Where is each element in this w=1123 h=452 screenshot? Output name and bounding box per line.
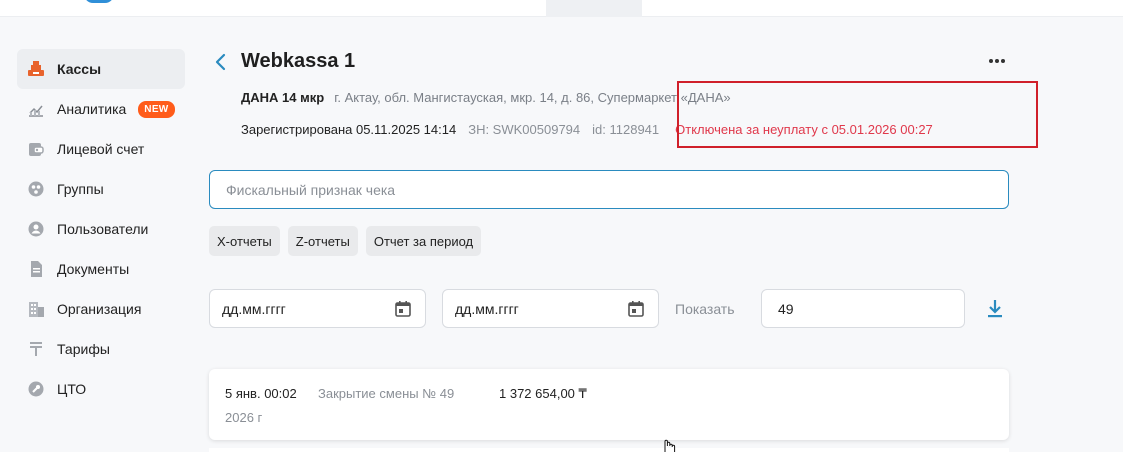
serial-number: ЗН: SWK00509794 (468, 122, 581, 137)
hand-cursor-icon (664, 439, 676, 452)
registration-date: Зарегистрирована 05.11.2025 14:14 (241, 122, 457, 137)
store-address: г. Актау, обл. Мангистауская, мкр. 14, д… (334, 90, 731, 105)
sidebar-item-label: Лицевой счет (57, 141, 145, 157)
logo[interactable] (84, 0, 114, 3)
top-tab-active[interactable] (546, 0, 642, 17)
x-reports-button[interactable]: Х-отчеты (209, 226, 280, 256)
sidebar-item-label: Тарифы (57, 341, 110, 357)
fiscal-sign-search-input[interactable] (209, 170, 1009, 209)
sidebar-item-label: Кассы (57, 61, 102, 77)
download-icon (988, 300, 1002, 318)
status-text: Отключена за неуплату с 05.01.2026 00:27 (675, 122, 933, 137)
calendar-icon[interactable] (393, 299, 413, 319)
shift-year: 2026 г (225, 410, 263, 425)
sidebar-item-label: Пользователи (57, 221, 149, 237)
store-name: ДАНА 14 мкр (241, 90, 325, 105)
sidebar-item-analytics[interactable]: Аналитика NEW (17, 89, 185, 129)
date-to-value: дд.мм.гггг (455, 300, 519, 317)
date-to-field[interactable]: дд.мм.гггг (442, 289, 659, 328)
groups-icon (27, 180, 45, 198)
user-icon (27, 220, 45, 238)
chevron-left-icon (215, 53, 226, 71)
date-from-value: дд.мм.гггг (222, 300, 286, 317)
sidebar-item-groups[interactable]: Группы (17, 169, 185, 209)
tenge-icon (27, 340, 45, 358)
top-bar (0, 0, 1123, 17)
show-label: Показать (675, 301, 735, 317)
shift-amount: 1 372 654,00 ₸ (499, 386, 587, 401)
sidebar-item-label: Группы (57, 181, 104, 197)
show-count-value: 49 (778, 300, 794, 317)
highlight-box (677, 81, 1038, 148)
sidebar-item-tariffs[interactable]: Тарифы (17, 329, 185, 369)
sidebar-item-organization[interactable]: Организация (17, 289, 185, 329)
document-icon (27, 260, 45, 278)
back-button[interactable] (211, 52, 231, 72)
period-report-button[interactable]: Отчет за период (365, 226, 482, 256)
date-from-field[interactable]: дд.мм.гггг (209, 289, 426, 328)
z-reports-button[interactable]: Z-отчеты (287, 226, 358, 256)
shift-description: Закрытие смены № 49 (318, 386, 455, 401)
new-badge: NEW (138, 100, 175, 118)
sidebar: Кассы Аналитика NEW Лицевой счет Группы … (17, 49, 185, 409)
cash-register-icon (27, 60, 45, 78)
register-location: ДАНА 14 мкр г. Актау, обл. Мангистауская,… (241, 90, 731, 105)
chart-icon (27, 100, 45, 118)
sidebar-item-documents[interactable]: Документы (17, 249, 185, 289)
sidebar-item-label: Организация (57, 301, 142, 317)
building-icon (27, 300, 45, 318)
sidebar-item-label: ЦТО (57, 381, 87, 397)
download-button[interactable] (985, 297, 1005, 319)
more-horizontal-icon (989, 59, 1005, 63)
sidebar-item-account[interactable]: Лицевой счет (17, 129, 185, 169)
register-id: id: 1128941 (592, 122, 660, 137)
page-title: Webkassa 1 (241, 50, 356, 72)
list-item-partial[interactable] (209, 448, 1009, 452)
wallet-icon (27, 140, 45, 158)
register-details: Зарегистрирована 05.11.2025 14:14 ЗН: SWK… (241, 122, 933, 137)
report-buttons: Х-отчеты Z-отчеты Отчет за период (209, 226, 482, 256)
wrench-icon (27, 380, 45, 398)
shift-date: 5 янв. 00:02 (225, 386, 297, 401)
sidebar-item-label: Аналитика (57, 101, 127, 117)
sidebar-item-label: Документы (57, 261, 130, 277)
sidebar-item-cash-registers[interactable]: Кассы (17, 49, 185, 89)
show-count-input[interactable]: 49 (761, 289, 965, 328)
sidebar-item-service-center[interactable]: ЦТО (17, 369, 185, 409)
sidebar-item-users[interactable]: Пользователи (17, 209, 185, 249)
more-button[interactable] (985, 50, 1009, 72)
calendar-icon[interactable] (626, 299, 646, 319)
list-item[interactable]: 5 янв. 00:02 2026 г Закрытие смены № 49 … (209, 369, 1009, 440)
